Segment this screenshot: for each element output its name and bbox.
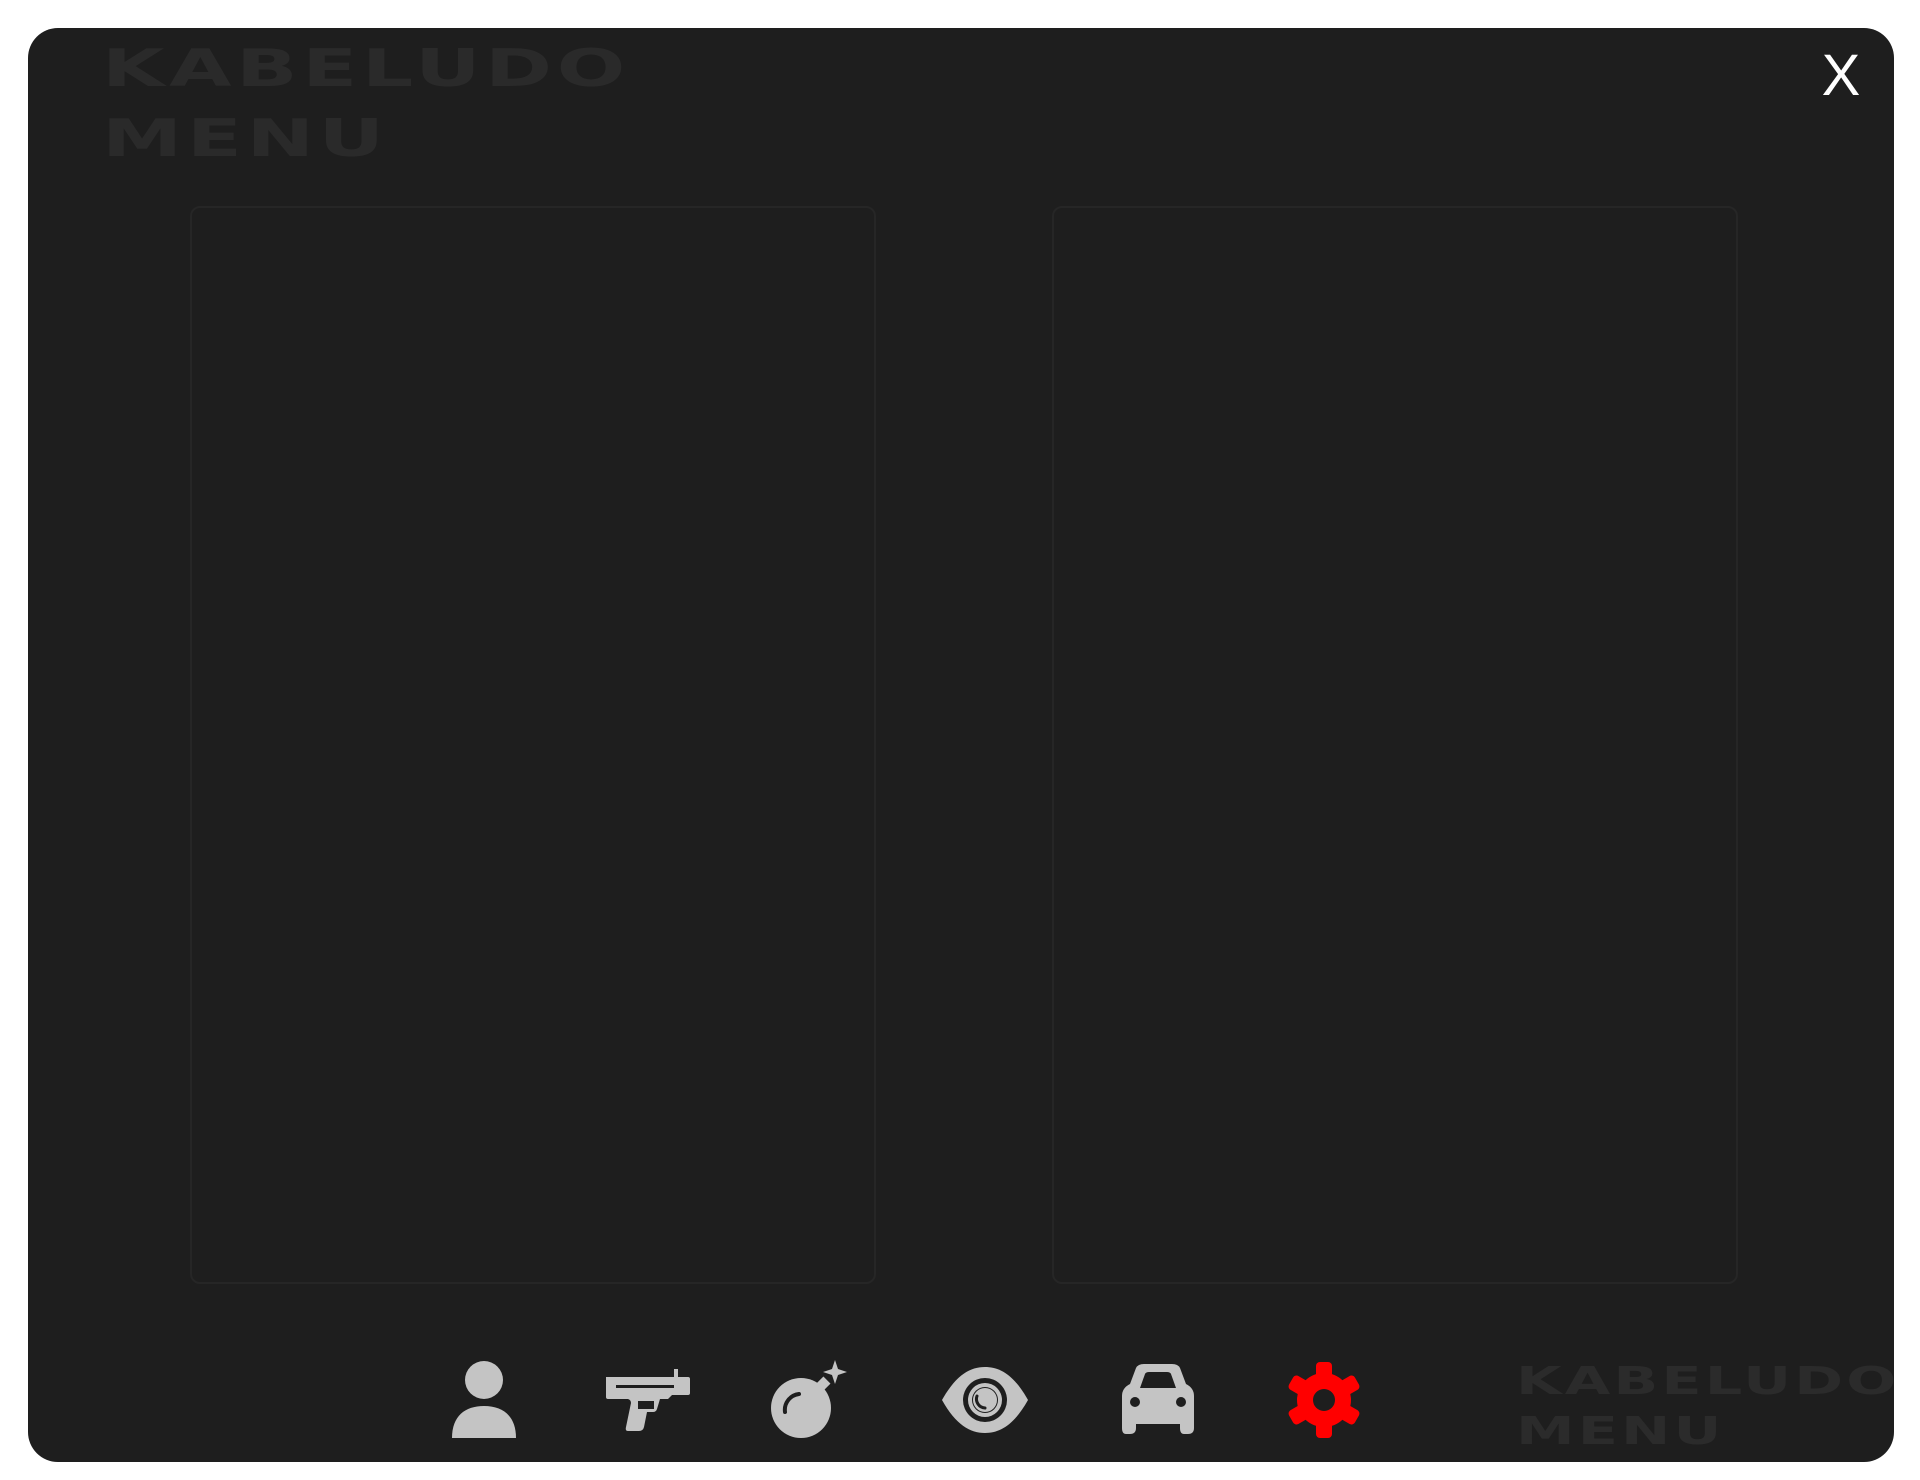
- left-panel: [190, 206, 876, 1284]
- brand-line2: MENU: [102, 109, 389, 169]
- eye-icon: [942, 1367, 1028, 1433]
- nav-item-weapons[interactable]: [597, 1350, 697, 1450]
- brand-line1: KABELUDO: [102, 39, 630, 99]
- car-icon: [1122, 1364, 1194, 1434]
- brand-line1-bottom: KABELUDO: [1516, 1359, 1894, 1403]
- nav-item-visuals[interactable]: [935, 1350, 1035, 1450]
- nav-item-vehicles[interactable]: [1108, 1350, 1208, 1450]
- nav-item-settings[interactable]: [1274, 1350, 1374, 1450]
- brand-logo-top: KABELUDO MENU: [102, 34, 630, 174]
- gear-icon: [1288, 1362, 1360, 1438]
- bomb-icon: [771, 1360, 847, 1438]
- brand-line2-bottom: MENU: [1516, 1409, 1725, 1453]
- nav-item-explosives[interactable]: [759, 1350, 859, 1450]
- pistol-icon: [606, 1369, 690, 1431]
- close-button[interactable]: X: [1816, 46, 1866, 106]
- user-icon: [452, 1361, 516, 1438]
- right-panel: [1052, 206, 1738, 1284]
- menu-window: KABELUDO MENU X KABELUDO MENU: [28, 28, 1894, 1462]
- nav-item-player[interactable]: [434, 1350, 534, 1450]
- brand-logo-bottom: KABELUDO MENU: [1516, 1356, 1894, 1456]
